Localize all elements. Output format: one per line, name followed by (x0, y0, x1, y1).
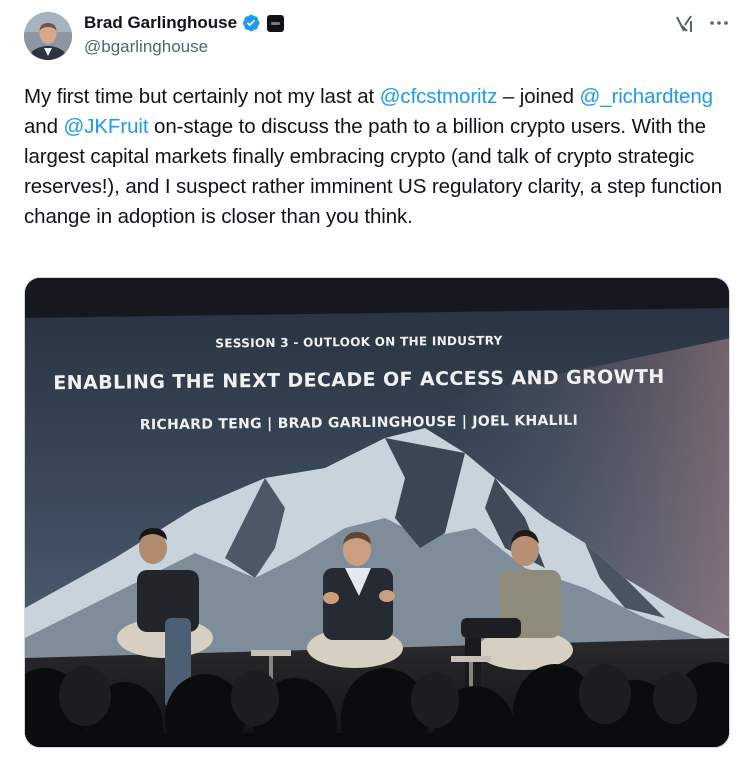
verified-badge-icon[interactable] (241, 13, 261, 33)
author-display-name[interactable]: Brad Garlinghouse (84, 13, 237, 33)
tweet-text-segment: and (24, 115, 64, 138)
mention-link-cfcstmoritz[interactable]: @cfcstmoritz (380, 85, 498, 108)
tweet-text: My first time but certainly not my last … (24, 82, 736, 232)
tweet-text-segment: – joined (497, 85, 580, 108)
author-name-row: Brad Garlinghouse (84, 11, 285, 35)
more-dots-icon[interactable] (708, 12, 730, 34)
author-handle[interactable]: @bgarlinghouse (84, 37, 208, 57)
tweet-text-segment: My first time but certainly not my last … (24, 85, 380, 108)
mention-link-jkfruit[interactable]: @JKFruit (64, 115, 149, 138)
author-avatar[interactable] (24, 12, 72, 60)
mention-link-richardteng[interactable]: @_richardteng (579, 85, 713, 108)
grok-icon[interactable] (674, 13, 696, 35)
tweet-photo[interactable]: SESSION 3 - OUTLOOK ON THE INDUSTRY ENAB… (24, 277, 730, 748)
tweet-card: Brad Garlinghouse @bgarlinghouse My firs… (0, 0, 752, 764)
affiliation-badge-icon[interactable] (267, 14, 285, 32)
